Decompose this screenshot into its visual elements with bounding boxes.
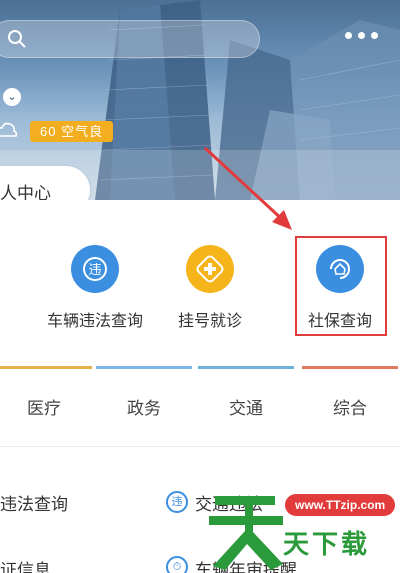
violation-icon: 违	[71, 245, 119, 293]
tab-indicator	[302, 366, 398, 369]
divider	[0, 446, 400, 447]
search-bar[interactable]	[0, 20, 260, 58]
tab-government[interactable]: 政务	[96, 366, 192, 444]
tab-indicator	[0, 366, 92, 369]
tab-indicator	[198, 366, 294, 369]
watermark: www.TTzip.com 天下载	[205, 486, 400, 573]
tab-medical[interactable]: 医疗	[0, 366, 92, 444]
tab-label: 交通	[229, 399, 263, 418]
service-vehicle-violation[interactable]: 违 车辆违法查询	[30, 245, 160, 331]
timer-icon: ⏱	[166, 556, 188, 573]
svg-text:违: 违	[88, 263, 101, 278]
service-appointment[interactable]: 挂号就诊	[145, 245, 275, 331]
medical-cross-icon	[186, 245, 234, 293]
personal-center-button[interactable]: 人中心	[0, 166, 90, 200]
highlight-box	[295, 236, 387, 336]
watermark-logo	[209, 496, 283, 570]
service-label: 车辆违法查询	[46, 313, 143, 330]
chevron-down-icon[interactable]: ⌄	[3, 88, 21, 106]
violation-icon: 违	[166, 491, 188, 513]
list-item-violation-query[interactable]: 违法查询	[0, 490, 68, 515]
tab-label: 政务	[127, 399, 161, 418]
air-quality-badge: 60 空气良	[30, 121, 114, 142]
list-item-license-info[interactable]: 证信息	[0, 556, 51, 573]
service-label: 挂号就诊	[177, 313, 242, 330]
watermark-text: 天下载	[283, 529, 371, 559]
more-menu-icon[interactable]	[345, 32, 385, 44]
tab-indicator	[96, 366, 192, 369]
tab-label: 综合	[333, 399, 367, 418]
tab-traffic[interactable]: 交通	[198, 366, 294, 444]
personal-center-label: 人中心	[0, 184, 51, 200]
tab-general[interactable]: 综合	[302, 366, 398, 444]
hero-banner: ⌄ 60 空气良 人中心	[0, 0, 400, 200]
tab-label: 医疗	[27, 399, 61, 418]
category-tabs: 医疗 政务 交通 综合	[0, 366, 400, 446]
search-icon	[8, 30, 26, 48]
weather-cloud-icon	[0, 122, 18, 137]
watermark-url: www.TTzip.com	[285, 494, 396, 516]
